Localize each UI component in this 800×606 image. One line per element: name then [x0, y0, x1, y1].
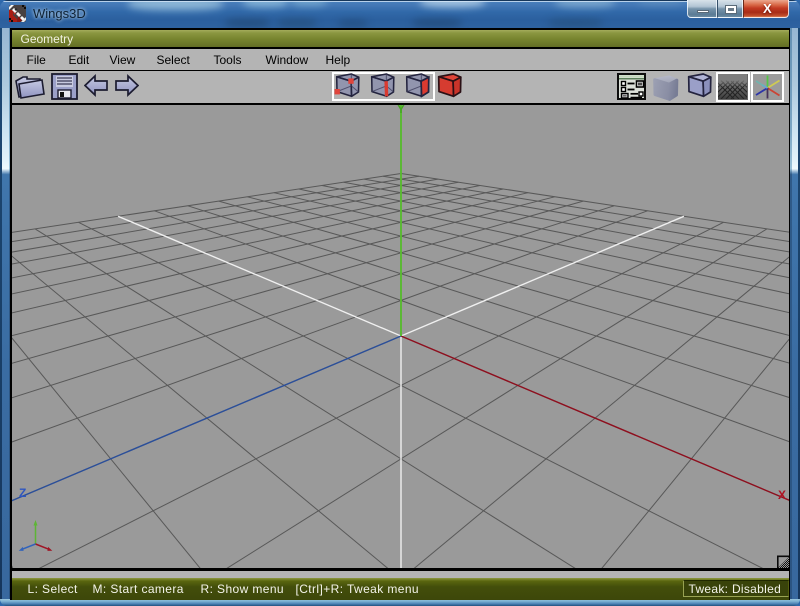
svg-text:Z: Z — [19, 486, 26, 500]
svg-text:Y: Y — [397, 105, 405, 116]
svg-text:X: X — [778, 488, 786, 502]
